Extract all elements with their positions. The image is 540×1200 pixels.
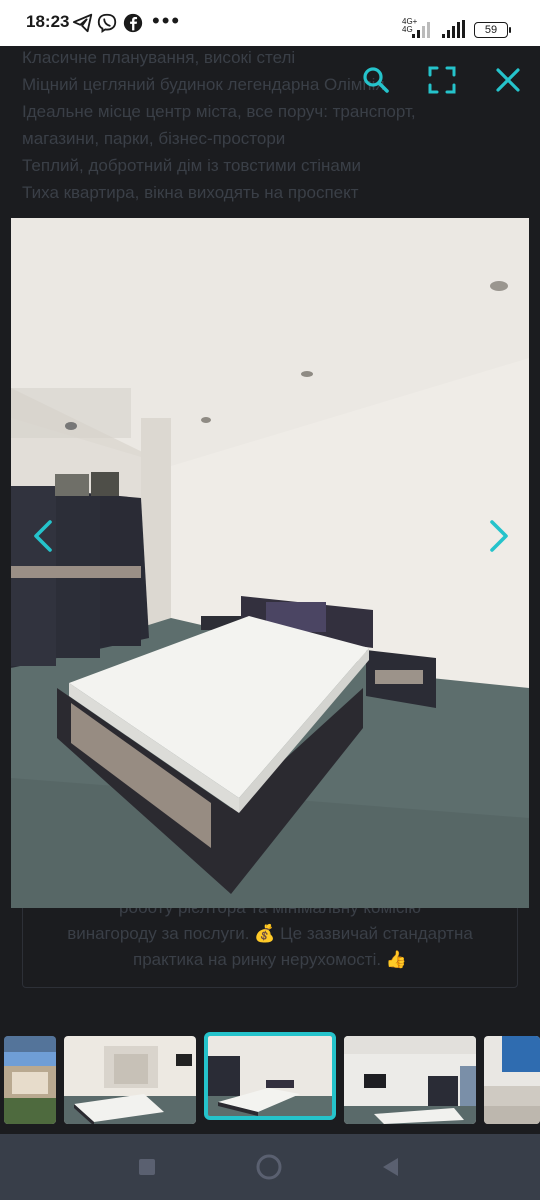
thumbnail-image (484, 1036, 540, 1124)
listing-line: Тиха квартира, вікна виходять на проспек… (22, 183, 359, 202)
note-line: винагороду за послуги. 💰 Це зазвичай ста… (67, 924, 473, 943)
system-navigation-bar (0, 1134, 540, 1200)
wifi-signal-icon (442, 20, 465, 38)
thumbnail[interactable] (484, 1036, 540, 1124)
back-icon[interactable] (378, 1154, 404, 1180)
close-icon[interactable] (490, 62, 526, 98)
listing-line: Ідеальне місце центр міста, все поруч: т… (22, 102, 416, 121)
thumbnail-image (4, 1036, 56, 1124)
thumbnail-image (208, 1036, 332, 1116)
thumbnail[interactable] (64, 1036, 196, 1124)
telegram-icon (72, 13, 93, 33)
thumbnail[interactable] (4, 1036, 56, 1124)
main-photo[interactable] (11, 218, 529, 908)
listing-line: Теплий, добротний дім із товстими стінам… (22, 156, 362, 175)
note-line: практика на ринку нерухомості. 👍 (133, 950, 407, 969)
recent-apps-icon[interactable] (134, 1154, 160, 1180)
thumbnail-strip (0, 1032, 540, 1126)
chevron-left-icon[interactable] (28, 518, 58, 554)
facebook-icon (123, 13, 143, 33)
home-icon[interactable] (254, 1152, 284, 1182)
thumbnail-image (344, 1036, 476, 1124)
battery-level: 59 (484, 24, 498, 36)
viber-icon (97, 13, 117, 33)
chevron-right-icon[interactable] (484, 518, 514, 554)
battery-icon: 59 (474, 22, 511, 38)
fullscreen-icon[interactable] (424, 62, 460, 98)
more-dots-icon: ••• (152, 8, 182, 33)
listing-line: магазини, парки, бізнес-простори (22, 129, 286, 148)
thumbnail-active[interactable] (204, 1032, 336, 1120)
thumbnail[interactable] (344, 1036, 476, 1124)
signal-icon (412, 22, 430, 38)
thumbnail-image (64, 1036, 196, 1124)
search-icon[interactable] (358, 62, 394, 98)
bedroom-photo (11, 218, 529, 908)
status-bar: 18:23 ••• 4G+ 4G 59 (0, 0, 540, 46)
status-time: 18:23 (26, 12, 70, 31)
